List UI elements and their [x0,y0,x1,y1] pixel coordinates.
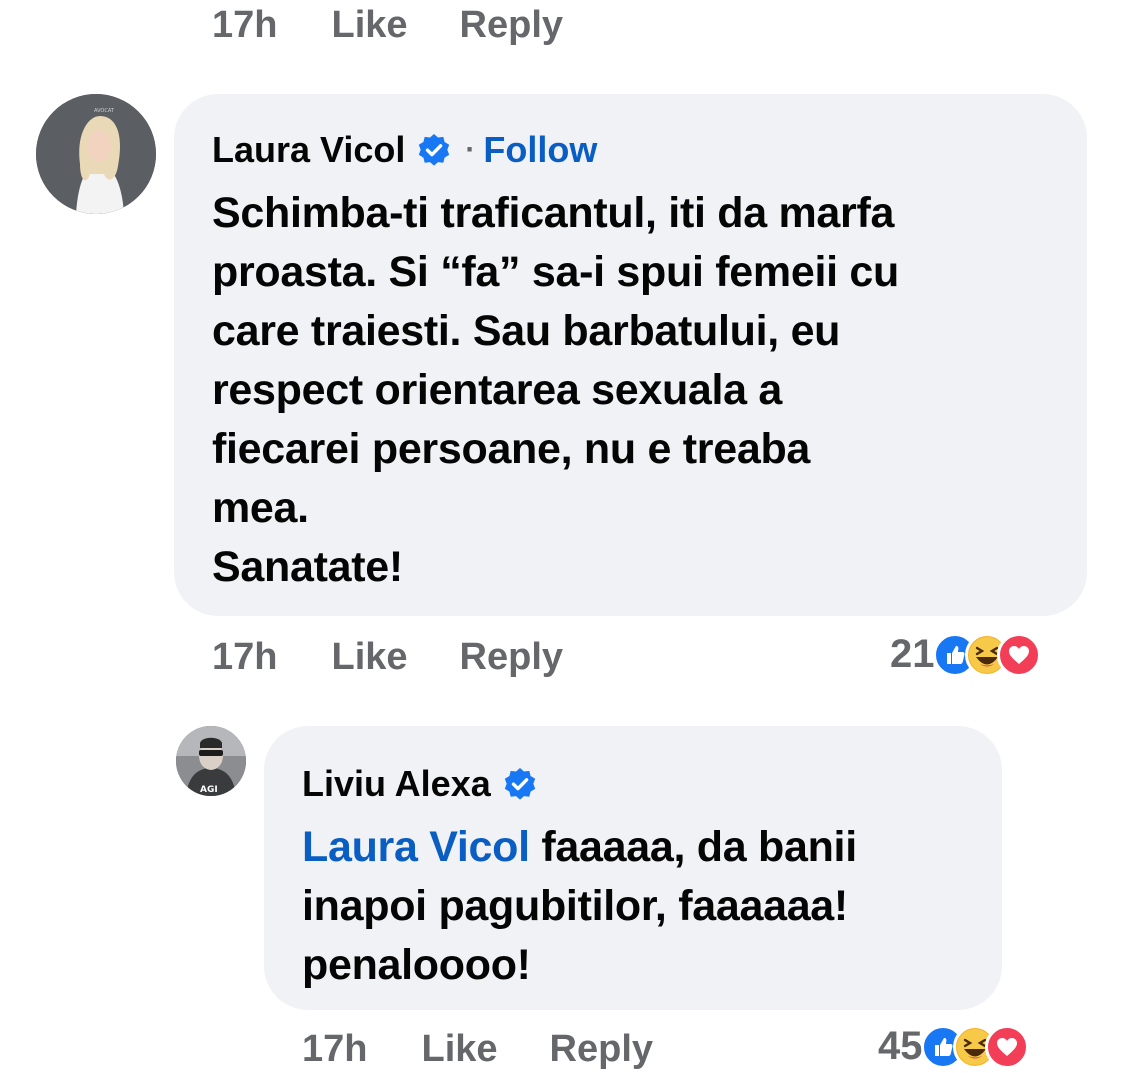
comment-text-line: fiecarei persoane, nu e treaba [212,425,811,473]
comment-text-line: Schimba-ti traficantul, iti da marfa [212,189,895,237]
avatar-photo: AGI [176,726,246,796]
comment-header: Liviu Alexa [302,762,972,806]
reply-button[interactable]: Reply [460,636,563,679]
comment-text: Schimba-ti traficantul, iti da marfa pro… [212,184,1057,597]
separator-dot: · [465,133,476,166]
like-button[interactable]: Like [331,4,407,47]
comment-bubble: Laura Vicol · Follow Schimba-ti trafican… [174,94,1087,616]
reaction-count: 45 [878,1024,923,1068]
verified-badge-icon [503,767,537,801]
comment-text-line: proasta. Si “fa” sa-i spui femeii cu [212,248,899,296]
reply-button[interactable]: Reply [460,4,563,47]
like-button[interactable]: Like [331,636,407,679]
follow-button[interactable]: Follow [483,129,597,171]
comment-text-line: inapoi pagubitilor, faaaaaa! [302,882,848,930]
comment-timestamp[interactable]: 17h [302,1028,367,1071]
love-icon [984,1024,1029,1069]
comment-text-line: respect orientarea sexuala a [212,366,783,414]
comment-text: Laura Vicol faaaaa, da banii inapoi pagu… [302,818,972,995]
like-button[interactable]: Like [421,1028,497,1071]
avatar[interactable]: AGI [176,726,246,796]
reaction-summary[interactable]: 45 [878,1024,1029,1069]
reaction-summary[interactable]: 21 [890,632,1041,677]
author-name[interactable]: Laura Vicol [212,129,405,171]
comment-text-line: penaloooo! [302,941,531,989]
comment-text-line: Laura Vicol faaaaa, da banii [302,818,972,877]
reply-button[interactable]: Reply [550,1028,653,1071]
reply-bubble: Liviu Alexa Laura Vicol faaaaa, da banii… [264,726,1002,1010]
comment-header: Laura Vicol · Follow [212,128,1057,172]
comment-text-line: care traiesti. Sau barbatului, eu [212,307,841,355]
comment-text-line: mea. [212,484,309,532]
avatar-photo: AVOCAT [36,94,156,214]
comment-text-line: Sanatate! [212,543,403,591]
comments-thread: 17h Like Reply AVOCAT Laura Vicol · Foll… [0,0,1125,1073]
comment-timestamp[interactable]: 17h [212,636,277,679]
avatar[interactable]: AVOCAT [36,94,156,214]
reaction-count: 21 [890,632,935,676]
previous-comment-actions: 17h Like Reply [212,4,563,47]
comment-actions: 17h Like Reply [302,1028,653,1071]
mention-link[interactable]: Laura Vicol [302,823,530,871]
svg-text:AVOCAT: AVOCAT [94,108,115,114]
comment-actions: 17h Like Reply [212,636,563,679]
verified-badge-icon [417,133,451,167]
love-icon [996,632,1041,677]
comment-timestamp[interactable]: 17h [212,4,277,47]
comment-text-fragment: faaaaa, da banii [529,823,857,871]
svg-text:AGI: AGI [200,785,218,795]
author-name[interactable]: Liviu Alexa [302,763,491,805]
